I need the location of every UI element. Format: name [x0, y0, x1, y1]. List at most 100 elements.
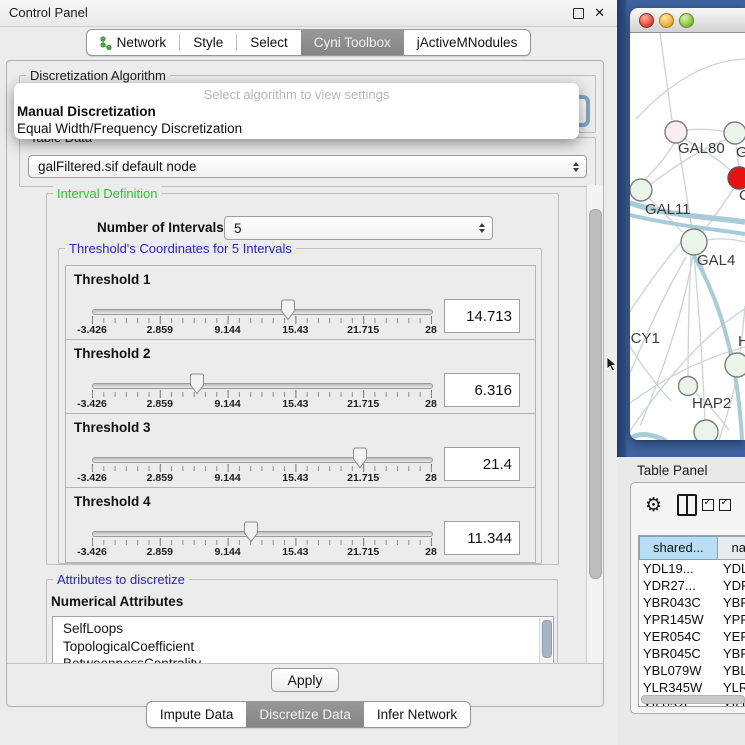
tick-label: -3.426 — [77, 398, 107, 410]
slider-thumb[interactable] — [352, 447, 367, 469]
node-label: HAP2 — [692, 395, 731, 412]
tab-network[interactable]: Network — [87, 30, 180, 55]
minimize-traffic-light-icon[interactable] — [659, 13, 674, 28]
tab-style[interactable]: Style — [180, 30, 236, 55]
apply-button[interactable]: Apply — [271, 668, 339, 692]
combo-value: galFiltered.sif default node — [38, 159, 196, 174]
settings-gear-icon[interactable]: ⚙ — [645, 496, 662, 515]
tab-label: Cyni Toolbox — [314, 35, 391, 50]
threshold-value-field[interactable]: 11.344 — [444, 521, 520, 555]
bottom-tabbar: Impute Data Discretize Data Infer Networ… — [0, 701, 617, 728]
list-item[interactable]: BetweennessCentrality — [53, 655, 553, 663]
tick-label: 28 — [425, 472, 437, 484]
table-row[interactable]: YDL19...YDL1 — [639, 560, 745, 577]
node-label: GCY1 — [630, 330, 660, 347]
zoom-traffic-light-icon[interactable] — [679, 13, 694, 28]
network-node[interactable] — [725, 353, 745, 377]
list-scrollbar[interactable] — [539, 618, 552, 663]
checkbox-icon[interactable] — [719, 499, 731, 511]
float-window-icon[interactable] — [573, 8, 584, 19]
num-intervals-select[interactable]: 5 — [224, 216, 493, 240]
threshold-panel: Threshold 4 -3.426 2.859 9.144 — [65, 487, 536, 563]
slider-thumb[interactable] — [190, 373, 205, 395]
tab-impute-data[interactable]: Impute Data — [147, 702, 247, 727]
tick-label: 21.715 — [347, 398, 379, 410]
table-data-select[interactable]: galFiltered.sif default node — [28, 155, 587, 178]
close-window-icon[interactable]: ✕ — [594, 0, 605, 26]
threshold-panel: Threshold 1 -3.426 2.859 9.144 — [65, 265, 536, 341]
group-title: Interval Definition — [53, 186, 161, 201]
table-panel-toolbar: ⚙ — [631, 483, 745, 527]
close-traffic-light-icon[interactable] — [639, 13, 654, 28]
numerical-attributes-label: Numerical Attributes — [51, 594, 183, 609]
main-panel: Discretization Algorithm Select algorith… — [6, 60, 604, 707]
slider-track[interactable] — [92, 383, 433, 389]
slider-track[interactable] — [92, 531, 433, 537]
tab-label: Impute Data — [160, 707, 234, 722]
list-item[interactable]: TopologicalCoefficient — [53, 638, 553, 656]
node-label: C — [739, 187, 745, 204]
panel-scrollbar[interactable] — [586, 185, 603, 663]
table-header-shared-name[interactable]: shared... — [639, 536, 718, 560]
threshold-value-field[interactable]: 6.316 — [444, 373, 520, 407]
slider-thumb[interactable] — [244, 521, 259, 543]
tick-label: 2.859 — [147, 324, 173, 336]
table-hscrollbar[interactable] — [641, 695, 745, 704]
tick-label: 15.43 — [282, 472, 308, 484]
tab-infer-network[interactable]: Infer Network — [364, 702, 470, 727]
network-window: GAL80 G. GAL11 C GAL4 GCY1 H HAP2 — [630, 8, 745, 440]
network-node[interactable] — [724, 122, 745, 144]
network-node-selected[interactable] — [728, 167, 745, 189]
table-row[interactable]: YBR043CYBR0 — [639, 594, 745, 611]
tick-label: 21.715 — [347, 472, 379, 484]
tick-label: 2.859 — [147, 398, 173, 410]
tick-label: 9.144 — [214, 324, 240, 336]
table-row[interactable]: YBL079WYBL0 — [639, 662, 745, 679]
panel-scrollbar-thumb[interactable] — [589, 209, 602, 579]
node-label: G. — [736, 144, 745, 161]
tab-select[interactable]: Select — [237, 30, 301, 55]
tick-label: 28 — [425, 546, 437, 558]
network-node[interactable] — [694, 420, 718, 440]
slider-track[interactable] — [92, 457, 433, 463]
network-node[interactable] — [679, 377, 698, 396]
window-title: Control Panel — [9, 5, 88, 20]
tab-label: Infer Network — [377, 707, 457, 722]
tick-label: 15.43 — [282, 398, 308, 410]
list-scrollbar-thumb[interactable] — [542, 620, 552, 658]
network-window-titlebar — [630, 8, 745, 33]
spinner-icon — [479, 223, 485, 233]
threshold-value-field[interactable]: 21.4 — [444, 447, 520, 481]
checkbox-icon[interactable] — [702, 499, 714, 511]
tab-cyni-toolbox[interactable]: Cyni Toolbox — [301, 30, 404, 55]
mouse-cursor — [606, 356, 618, 372]
table-hscrollbar-thumb[interactable] — [641, 695, 745, 704]
tab-discretize-data[interactable]: Discretize Data — [246, 702, 364, 727]
slider-thumb[interactable] — [280, 299, 295, 321]
table-header-name[interactable]: na — [718, 536, 745, 560]
thresholds-group: Threshold's Coordinates for 5 Intervals … — [58, 248, 542, 564]
network-view[interactable]: GAL80 G. GAL11 C GAL4 GCY1 H HAP2 — [630, 33, 745, 440]
dropdown-option-equal-width[interactable]: Equal Width/Frequency Discretization — [14, 120, 579, 137]
table-panel: Table Panel ⚙ shared... na YDL19...YDL1 … — [617, 457, 745, 745]
table-row[interactable]: YPR145WYPR1 — [639, 611, 745, 628]
threshold-panel: Threshold 2 -3.426 2.859 9.144 — [65, 339, 536, 415]
dropdown-option-manual[interactable]: Manual Discretization — [14, 103, 579, 120]
group-title: Threshold's Coordinates for 5 Intervals — [65, 241, 296, 256]
tick-label: 21.715 — [347, 324, 379, 336]
threshold-value-field[interactable]: 14.713 — [444, 299, 520, 333]
list-item[interactable]: SelfLoops — [53, 617, 553, 638]
network-node[interactable] — [630, 179, 652, 201]
table-panel-body: ⚙ shared... na YDL19...YDL1 YDR27...YDR2… — [630, 482, 745, 714]
table-row[interactable]: YBR045CYBR0 — [639, 645, 745, 662]
tick-label: 15.43 — [282, 324, 308, 336]
table-row[interactable]: YDR27...YDR2 — [639, 577, 745, 594]
table-row[interactable]: YLR345WYLR3 — [639, 679, 745, 696]
split-columns-icon[interactable] — [677, 494, 697, 516]
tab-label: Network — [117, 35, 167, 50]
tab-jactivemnodules[interactable]: jActiveMNodules — [404, 30, 531, 55]
tick-label: 2.859 — [147, 472, 173, 484]
table-row[interactable]: YER054CYER0 — [639, 628, 745, 645]
slider-track[interactable] — [92, 309, 433, 315]
tab-label: jActiveMNodules — [417, 35, 518, 50]
